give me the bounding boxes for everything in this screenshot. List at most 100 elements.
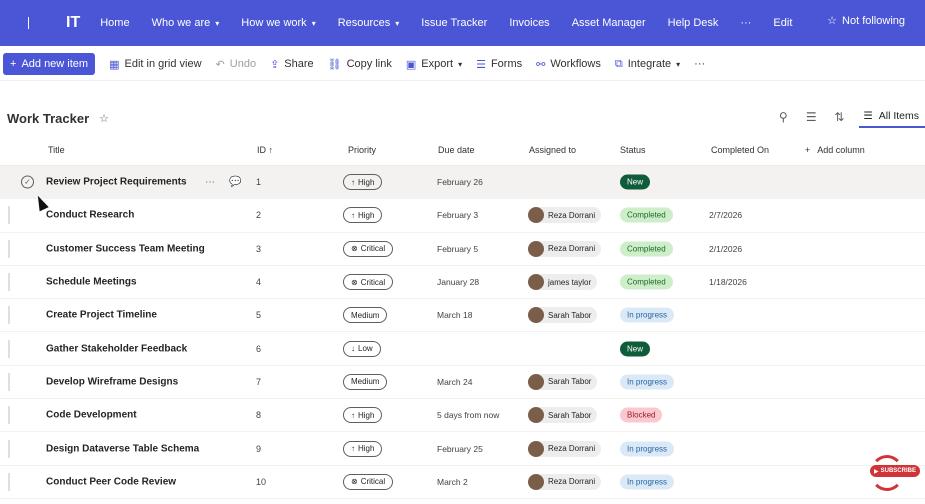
integrate-button[interactable]: ⧉ Integrate ▾ [615, 58, 680, 71]
share-button[interactable]: ⇪ Share [270, 58, 314, 71]
table-row[interactable]: Design Dataverse Table Schema 9 ↑ High Febru… [0, 432, 925, 466]
integrate-label: Integrate [627, 58, 672, 70]
more-actions-icon[interactable]: ··· [205, 177, 215, 188]
avatar [528, 207, 544, 224]
list-title: Work Tracker [7, 110, 90, 126]
row-title[interactable]: Create Project Timeline [46, 310, 157, 321]
table-row[interactable]: Gather Stakeholder Feedback 6 ↓ Low New [0, 332, 925, 366]
view-selector[interactable]: ☰ All Items [859, 106, 925, 128]
nav-item[interactable]: ··· [740, 17, 751, 29]
more-commands-button[interactable]: ··· [694, 58, 705, 70]
column-due-date[interactable]: Due date [438, 145, 475, 155]
table-row[interactable]: Customer Success Team Meeting 3 ⊗ Critical F… [0, 233, 925, 266]
assigned-person[interactable]: Sarah Tabor [528, 373, 598, 390]
table-row[interactable]: Create Project Timeline 5 Medium March 18 Sa… [0, 299, 925, 333]
column-header-row: Title ID ↑ Priority Due date Assigned to… [0, 134, 925, 166]
row-handle [8, 239, 10, 258]
row-title[interactable]: Design Dataverse Table Schema [46, 443, 199, 454]
nav-item[interactable]: Help Desk [668, 17, 719, 29]
column-priority[interactable]: Priority [348, 145, 376, 155]
priority-pill: ↑ High [343, 407, 383, 424]
row-handle [8, 273, 10, 292]
nav-item[interactable]: Who we are ▾ [152, 17, 220, 29]
column-status[interactable]: Status [620, 145, 646, 155]
group-icon[interactable]: ☰ [797, 110, 825, 124]
comment-icon[interactable]: 💬 [229, 177, 241, 188]
row-title[interactable]: Conduct Peer Code Review [46, 476, 176, 487]
row-title[interactable]: Conduct Research [46, 210, 134, 221]
assigned-name: Reza Dorrani [548, 444, 596, 454]
sort-icon[interactable]: ⇅ [825, 110, 853, 124]
completed-on: 2/7/2026 [709, 210, 743, 221]
nav-item[interactable]: Edit [773, 17, 792, 29]
table-row[interactable]: Develop Wireframe Designs 7 Medium March 24… [0, 366, 925, 400]
copy-link-button[interactable]: ⛓ Copy link [328, 58, 392, 71]
site-title[interactable]: IT [66, 14, 80, 32]
row-title[interactable]: Code Development [46, 410, 137, 421]
priority-label: High [358, 444, 375, 454]
assigned-person[interactable]: Reza Dorrani [528, 240, 602, 257]
nav-item[interactable]: How we work ▾ [241, 17, 315, 29]
row-id: 5 [256, 310, 262, 321]
status-badge: New [620, 341, 651, 357]
row-handle [8, 206, 10, 225]
assigned-person[interactable]: Reza Dorrani [528, 440, 602, 457]
row-title[interactable]: Develop Wireframe Designs [46, 376, 178, 387]
filter-icon[interactable]: ⚲ [769, 110, 797, 124]
nav-item[interactable]: Home [100, 17, 129, 29]
nav-item-label: Resources [337, 17, 391, 29]
follow-label: Not following [842, 14, 905, 27]
row-title[interactable]: Customer Success Team Meeting [46, 243, 205, 254]
assigned-person[interactable]: Sarah Tabor [528, 407, 598, 424]
column-assigned-to[interactable]: Assigned to [529, 145, 576, 155]
table-row[interactable]: Conduct Peer Code Review 10 ⊗ Critical March… [0, 466, 925, 499]
nav-item[interactable]: Invoices [509, 17, 549, 29]
forms-button[interactable]: ☰ Forms [476, 58, 522, 71]
row-title[interactable]: Gather Stakeholder Feedback [46, 343, 187, 354]
assigned-person[interactable]: Sarah Tabor [528, 307, 598, 324]
priority-label: High [358, 177, 375, 187]
assigned-person[interactable]: james taylor [528, 274, 598, 291]
chevron-down-icon: ▾ [458, 59, 463, 69]
column-id[interactable]: ID ↑ [257, 145, 273, 155]
nav-item-label: ··· [740, 17, 752, 29]
subscribe-label: ▶ SUBSCRIBE [870, 465, 920, 477]
add-new-item-label: Add new item [21, 58, 89, 70]
priority-label: Critical [360, 277, 386, 287]
column-completed-on[interactable]: Completed On [711, 145, 769, 155]
table-row[interactable]: Conduct Research 2 ↑ High February 3 Reza Dor… [0, 199, 925, 233]
priority-icon: ↓ [351, 344, 355, 354]
row-select-checkbox[interactable]: ✓ [21, 175, 34, 189]
assigned-person[interactable]: Reza Dorrani [528, 207, 602, 224]
due-date: February 26 [437, 177, 483, 188]
plus-icon: + [805, 144, 811, 155]
workflows-label: Workflows [550, 58, 601, 70]
workflows-icon: ⚯ [536, 58, 546, 71]
priority-pill: ⊗ Critical [343, 274, 394, 291]
nav-item[interactable]: Resources ▾ [338, 17, 400, 29]
undo-button[interactable]: ↶ Undo [216, 58, 257, 71]
add-new-item-button[interactable]: + Add new item [3, 53, 96, 75]
priority-label: Medium [351, 310, 380, 320]
follow-button[interactable]: ☆ Not following [827, 14, 905, 28]
export-label: Export [421, 58, 454, 70]
workflows-button[interactable]: ⚯ Workflows [536, 58, 601, 71]
nav-item-label: Help Desk [667, 17, 719, 29]
subscribe-badge[interactable]: ▶ SUBSCRIBE [866, 455, 920, 495]
column-title[interactable]: Title [48, 145, 65, 155]
table-row[interactable]: ✓ ··· 💬 Review Project Requirements 1 ↑ High Fe… [0, 166, 925, 200]
add-column-button[interactable]: + Add column [805, 145, 865, 155]
row-title[interactable]: Review Project Requirements [46, 177, 187, 188]
row-title[interactable]: Schedule Meetings [46, 277, 137, 288]
favorite-star-icon[interactable]: ☆ [99, 112, 109, 125]
priority-icon: ↑ [351, 410, 355, 420]
assigned-person[interactable]: Reza Dorrani [528, 473, 602, 490]
nav-item[interactable]: Asset Manager [572, 17, 646, 29]
table-row[interactable]: Schedule Meetings 4 ⊗ Critical January 28 jam… [0, 266, 925, 300]
export-button[interactable]: ▣ Export ▾ [406, 58, 462, 71]
nav-item[interactable]: Issue Tracker [421, 17, 487, 29]
priority-pill: ⊗ Critical [343, 473, 394, 490]
priority-icon: ⊗ [351, 244, 358, 254]
table-row[interactable]: Code Development 8 ↑ High 5 days from now Sar… [0, 399, 925, 433]
edit-grid-button[interactable]: ▦ Edit in grid view [109, 58, 201, 71]
